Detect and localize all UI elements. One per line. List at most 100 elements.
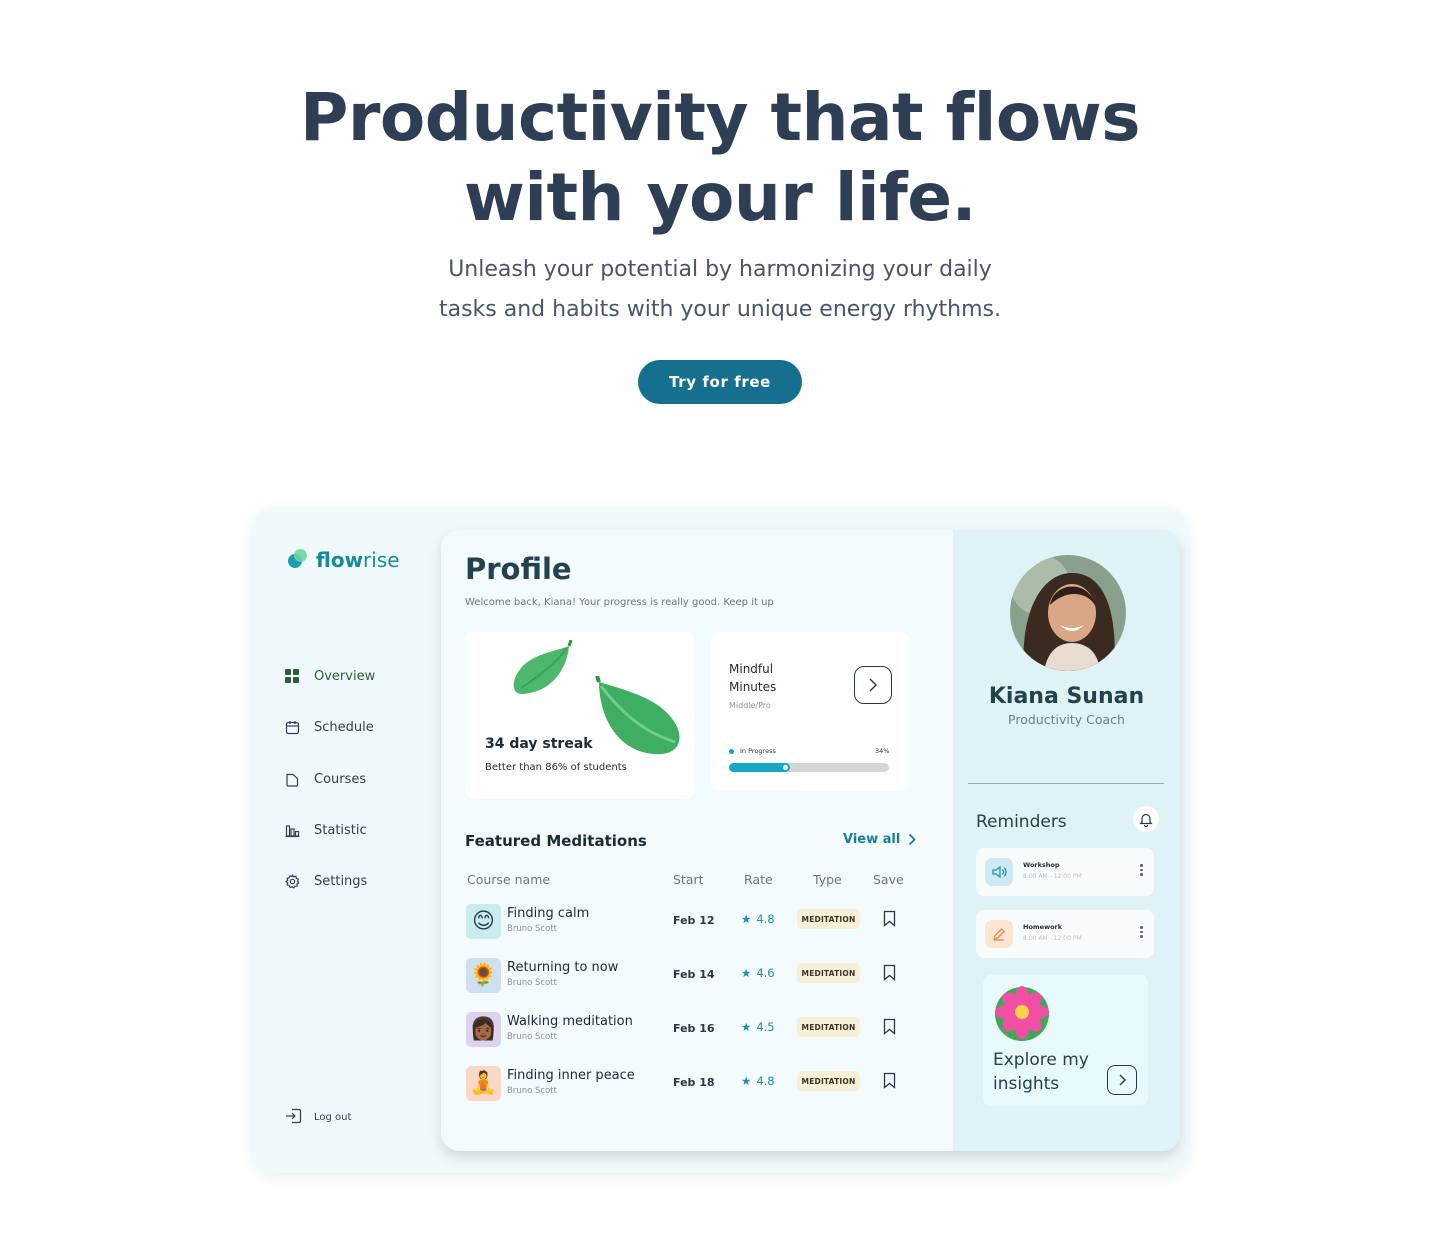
streak-card: 34 day streak Better than 86% of student…	[465, 632, 694, 798]
column-header-type: Type	[813, 872, 842, 887]
logout-label: Log out	[314, 1112, 352, 1123]
divider	[968, 783, 1164, 784]
sidebar-item-statistic[interactable]: Statistic	[284, 822, 367, 838]
chevron-right-icon	[1119, 1074, 1126, 1086]
brand-logo[interactable]: flowrise	[288, 548, 400, 572]
profile-sidebar: Kiana Sunan Productivity Coach Reminders…	[953, 530, 1180, 1151]
course-name: Finding calm	[507, 906, 590, 921]
bookmark-icon[interactable]	[883, 1018, 896, 1039]
status-dot-icon	[729, 748, 734, 754]
bell-icon[interactable]	[1133, 806, 1159, 832]
bookmark-icon[interactable]	[883, 910, 896, 931]
logout-icon	[284, 1106, 304, 1129]
type-badge: MEDITATION	[797, 1071, 860, 1091]
column-header-course: Course name	[467, 872, 551, 887]
star-icon: ★	[741, 1020, 752, 1034]
course-rate: ★ 4.6	[741, 966, 775, 980]
avatar[interactable]	[1010, 555, 1126, 671]
course-start: Feb 16	[673, 1022, 715, 1035]
type-badge: MEDITATION	[797, 963, 860, 983]
hero-title: Productivity that flows with your life.	[0, 78, 1440, 238]
leaf-icon	[595, 676, 680, 755]
table-row[interactable]: 👩🏾 Walking meditation Bruno Scott Feb 16…	[465, 1010, 925, 1050]
sidebar-item-label: Overview	[314, 668, 376, 684]
progress-knob	[781, 764, 789, 771]
table-row[interactable]: 🧘 Finding inner peace Bruno Scott Feb 18…	[465, 1064, 925, 1104]
flower-icon	[995, 986, 1049, 1041]
course-start: Feb 12	[673, 914, 715, 927]
course-rate: ★ 4.5	[741, 1020, 775, 1034]
mindful-open-button[interactable]	[854, 666, 892, 704]
hero-title-line1: Productivity that flows	[299, 79, 1141, 156]
progress-status: In Progress	[729, 747, 776, 755]
reminders-title: Reminders	[976, 812, 1067, 832]
bookmark-icon[interactable]	[883, 1072, 896, 1093]
sidebar-item-settings[interactable]: Settings	[284, 873, 367, 889]
course-rate: ★ 4.8	[741, 1074, 775, 1088]
leaf-icon	[513, 640, 573, 695]
course-thumbnail: 👩🏾	[466, 1012, 501, 1047]
main-panel: Profile Welcome back, Kiana! Your progre…	[441, 530, 1180, 1151]
reminder-item[interactable]: Workshop 8:00 AM - 12:00 PM	[976, 848, 1154, 896]
table-row[interactable]: 😊 Finding calm Bruno Scott Feb 12 ★ 4.8 M…	[465, 902, 925, 942]
sidebar-item-label: Settings	[314, 873, 368, 889]
hero-title-line2: with your life.	[463, 159, 977, 236]
chevron-right-icon	[869, 678, 877, 692]
table-row[interactable]: 🌻 Returning to now Bruno Scott Feb 14 ★ 4…	[465, 956, 925, 996]
course-thumbnail: 🧘	[466, 1066, 501, 1101]
reminder-time: 8:00 AM - 12:00 PM	[1023, 935, 1082, 942]
reminder-time: 8:00 AM - 12:00 PM	[1023, 873, 1082, 880]
hero-subtitle-line1: Unleash your potential by harmonizing yo…	[448, 257, 992, 282]
star-icon: ★	[741, 966, 752, 980]
course-thumbnail: 🌻	[466, 958, 501, 993]
course-author: Bruno Scott	[507, 924, 557, 934]
mindful-title: Mindful Minutes	[729, 662, 777, 694]
streak-title: 34 day streak	[485, 736, 593, 752]
user-role: Productivity Coach	[1008, 712, 1125, 727]
course-author: Bruno Scott	[507, 1032, 557, 1042]
sidebar-item-label: Courses	[314, 771, 367, 787]
progress-percent: 34%	[875, 747, 890, 755]
pencil-icon	[985, 920, 1013, 948]
column-header-rate: Rate	[744, 872, 773, 887]
bookmark-icon[interactable]	[883, 964, 896, 985]
sidebar-item-label: Statistic	[314, 822, 367, 838]
course-start: Feb 18	[673, 1076, 715, 1089]
featured-title: Featured Meditations	[465, 832, 647, 850]
sidebar-item-courses[interactable]: Courses	[284, 771, 366, 787]
speaker-icon	[985, 858, 1013, 886]
course-name: Walking meditation	[507, 1014, 633, 1029]
grid-icon	[284, 668, 300, 684]
calendar-icon	[284, 719, 300, 735]
reminder-title: Workshop	[1023, 861, 1060, 869]
sidebar-item-schedule[interactable]: Schedule	[284, 719, 374, 735]
insights-card[interactable]: Explore my insights	[983, 975, 1148, 1106]
reminder-item[interactable]: Homework 8:00 AM - 12:00 PM	[976, 910, 1154, 958]
sidebar-item-overview[interactable]: Overview	[284, 668, 375, 684]
mindful-level: Middle/Pro	[729, 701, 771, 710]
more-options-icon[interactable]	[1140, 926, 1143, 938]
brand-name: flowrise	[316, 548, 400, 572]
view-all-link[interactable]: View all	[843, 832, 917, 847]
sidebar-item-label: Schedule	[314, 719, 374, 735]
insights-label: Explore my insights	[993, 1050, 1089, 1094]
streak-subtitle: Better than 86% of students	[485, 762, 627, 773]
column-header-start: Start	[673, 872, 704, 887]
logo-mark-icon	[288, 549, 310, 571]
insights-open-button[interactable]	[1107, 1065, 1137, 1095]
course-start: Feb 14	[673, 968, 715, 981]
course-author: Bruno Scott	[507, 978, 557, 988]
welcome-message: Welcome back, Kiana! Your progress is re…	[465, 597, 774, 608]
progress-fill	[729, 763, 790, 772]
mindful-minutes-card[interactable]: Mindful Minutes Middle/Pro In Progress 3…	[711, 632, 909, 790]
folder-icon	[284, 771, 300, 787]
try-for-free-button[interactable]: Try for free	[638, 360, 802, 404]
course-name: Finding inner peace	[507, 1068, 635, 1083]
more-options-icon[interactable]	[1140, 864, 1143, 876]
type-badge: MEDITATION	[797, 909, 860, 929]
bar-chart-icon	[284, 822, 300, 838]
star-icon: ★	[741, 1074, 752, 1088]
gear-icon	[284, 873, 300, 889]
star-icon: ★	[741, 912, 752, 926]
logout-button[interactable]: Log out	[284, 1106, 351, 1129]
